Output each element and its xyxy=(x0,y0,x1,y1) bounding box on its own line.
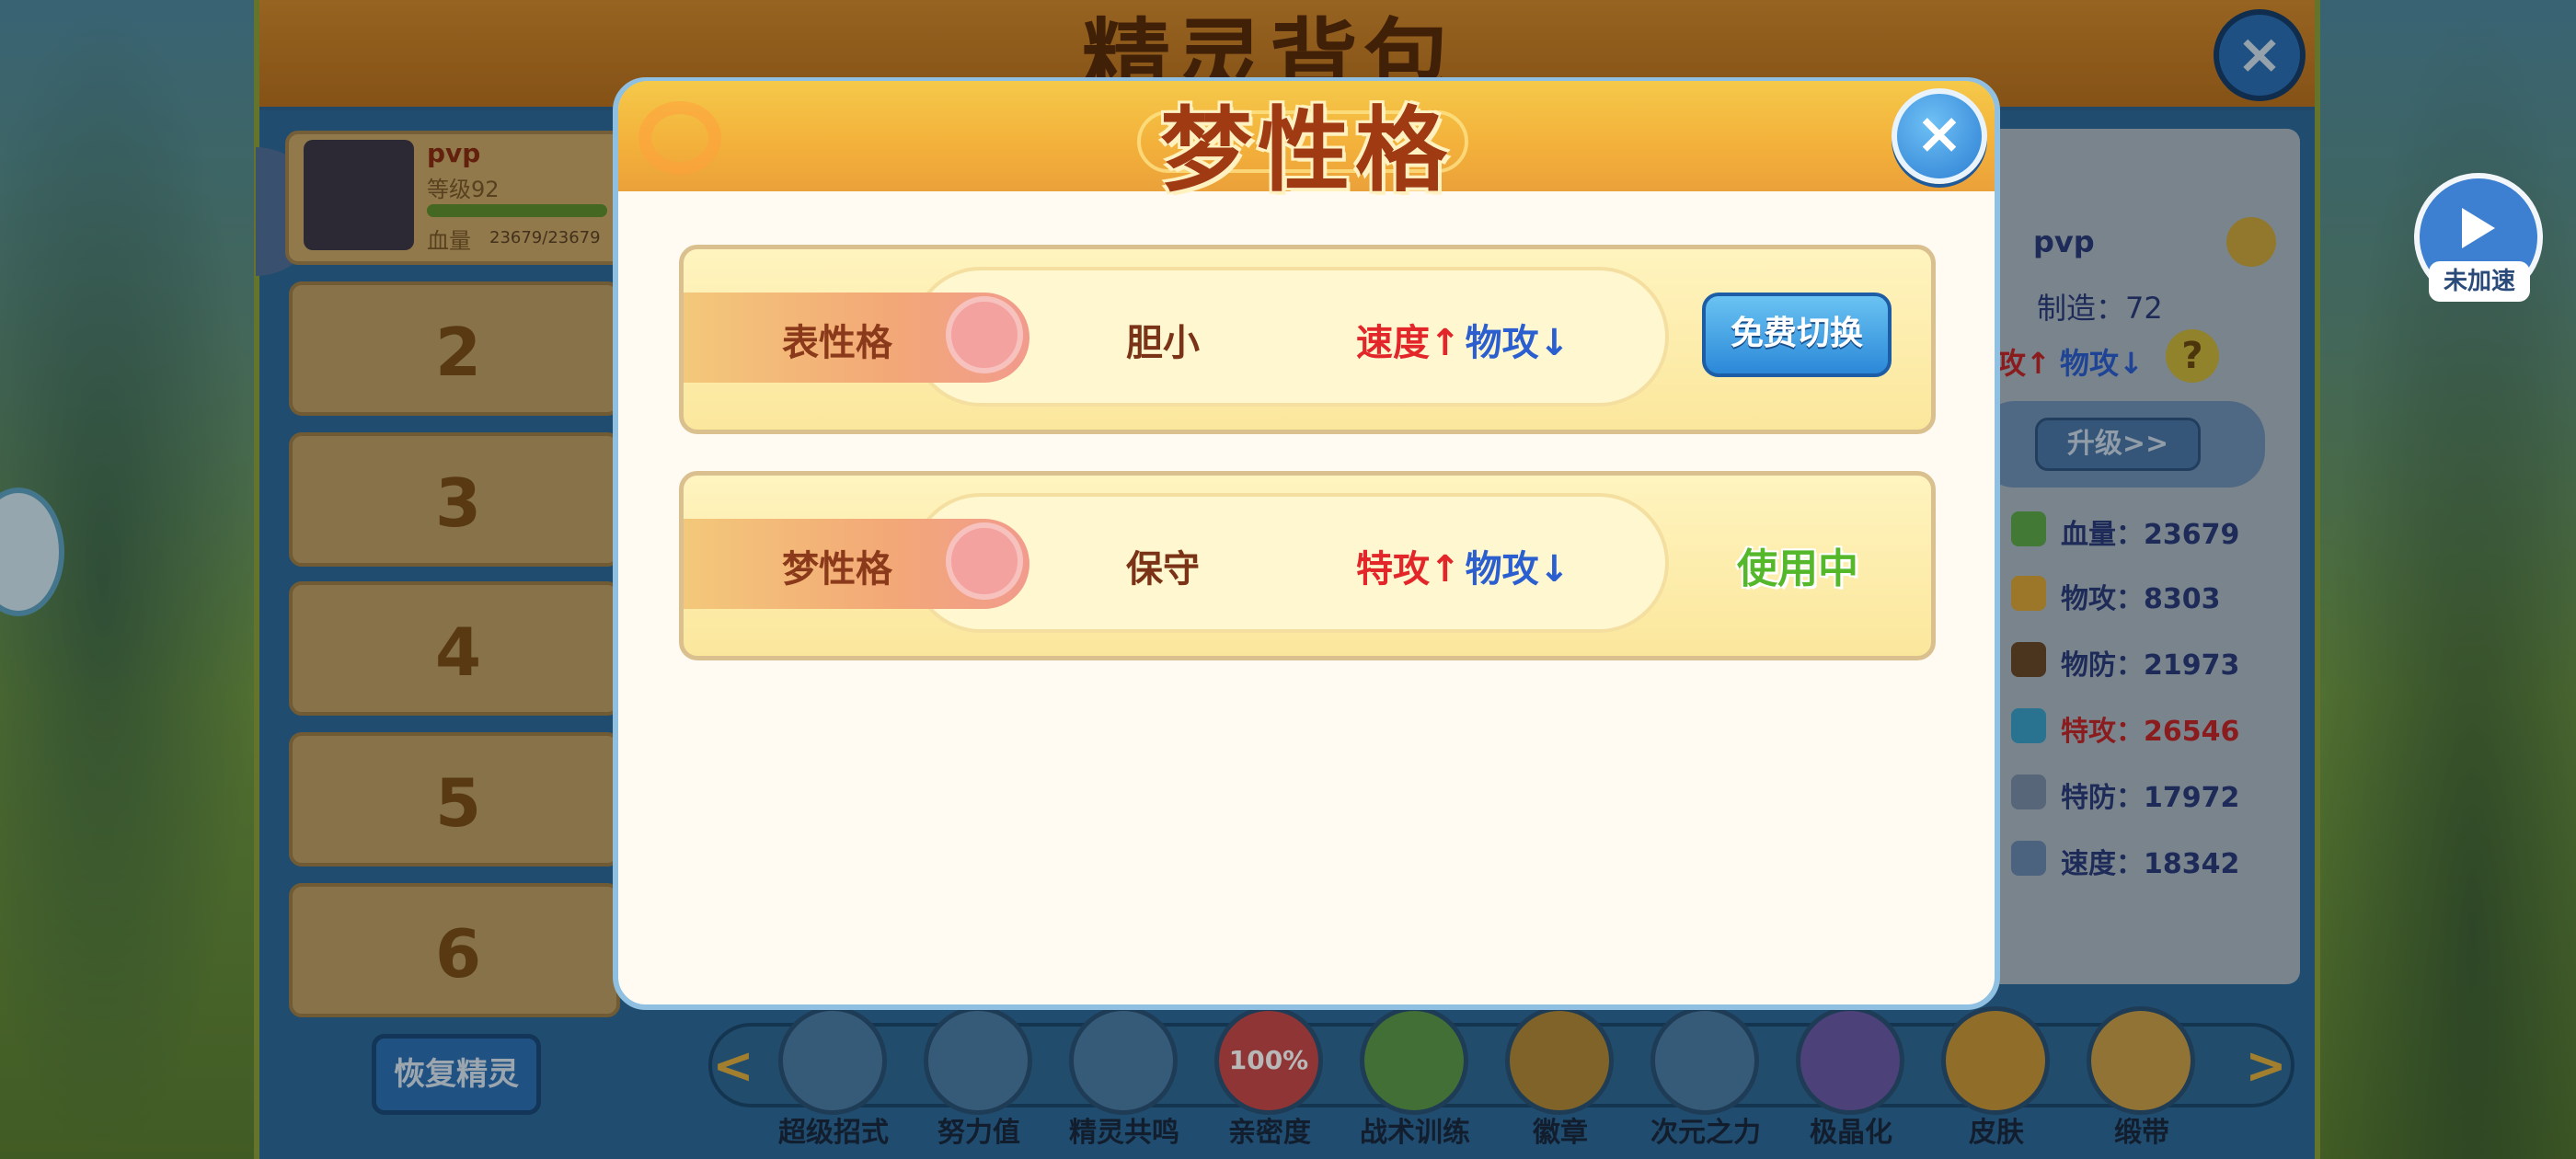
nature-down-stat: 物攻 xyxy=(1465,322,1539,364)
nature-up-stat: 速度 xyxy=(1356,322,1430,364)
steering-wheel-icon xyxy=(946,296,1023,373)
nature-name: 保守 xyxy=(1126,548,1200,591)
header-ornament xyxy=(638,101,721,175)
nature-effect: 特攻↑ 物攻↓ xyxy=(1356,539,1570,592)
free-switch-button[interactable]: 免费切换 xyxy=(1702,293,1892,377)
dialog-title: 梦性格 xyxy=(1160,97,1453,204)
dialog-close-button[interactable]: × xyxy=(1892,88,1987,184)
nature-down-stat: 物攻 xyxy=(1465,548,1539,591)
steering-wheel-icon xyxy=(946,522,1023,600)
down-arrow-icon: ↓ xyxy=(1538,322,1570,364)
down-arrow-icon: ↓ xyxy=(1538,548,1570,591)
up-arrow-icon: ↑ xyxy=(1430,322,1461,364)
play-icon xyxy=(2462,208,2495,248)
nature-row-label: 梦性格 xyxy=(782,548,892,591)
up-arrow-icon: ↑ xyxy=(1430,548,1461,591)
nature-up-stat: 特攻 xyxy=(1356,548,1430,591)
in-use-status: 使用中 xyxy=(1737,545,1858,592)
nature-row-label: 表性格 xyxy=(782,322,892,364)
nature-effect: 速度↑ 物攻↓ xyxy=(1356,313,1570,366)
nature-name: 胆小 xyxy=(1126,322,1200,364)
speed-label: 未加速 xyxy=(2429,261,2530,302)
